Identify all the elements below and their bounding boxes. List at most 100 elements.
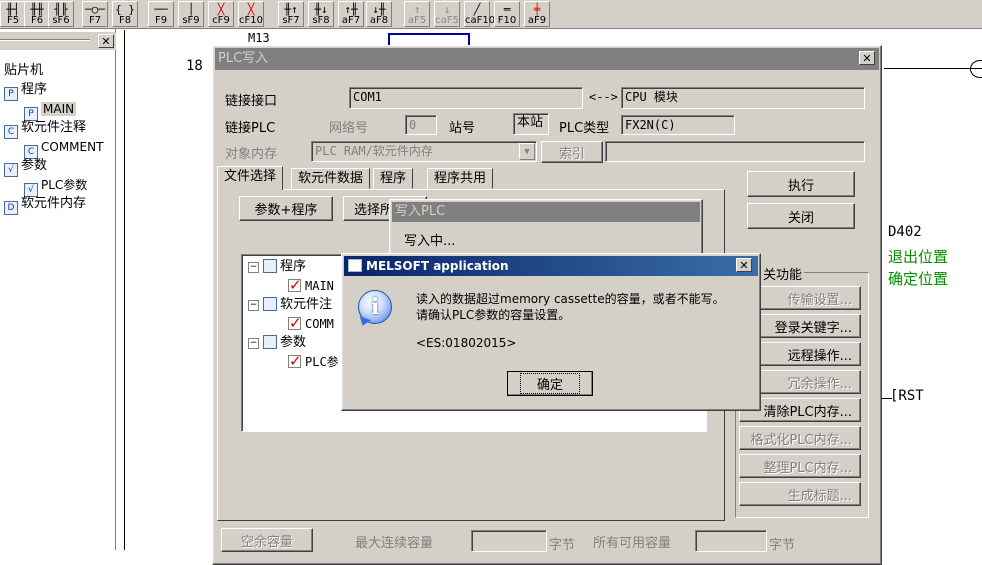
tree-item-1[interactable]: P 程序 — [4, 81, 48, 101]
memory-icon: D — [4, 201, 18, 215]
network-no-label: 网络号 — [329, 121, 369, 136]
tab-1[interactable]: 软元件数据 — [291, 168, 371, 189]
file-tree-item[interactable]: − 参数 — [248, 334, 306, 352]
folder-icon — [263, 259, 277, 273]
comment-exit-position: 退出位置 — [888, 248, 949, 266]
collapse-icon[interactable]: − — [248, 338, 259, 349]
file-tree-item[interactable]: − 程序 — [248, 258, 306, 276]
toolbar-key-label: sF8 — [312, 15, 330, 26]
chevron-down-icon[interactable]: ▼ — [519, 143, 535, 160]
file-tree-label: COMM — [305, 317, 334, 331]
ladder-rung-line — [884, 68, 982, 69]
free-capacity-button[interactable]: 空余容量 — [221, 528, 313, 552]
index-field — [605, 141, 865, 162]
tab-0[interactable]: 文件选择 — [217, 166, 284, 190]
ok-button[interactable]: 确定 — [507, 371, 593, 396]
alert-titlebar: MELSOFT application — [344, 256, 758, 276]
toolbar-button-cf9[interactable]: ╳ cF9 — [208, 1, 234, 27]
all-available-label: 所有可用容量 — [593, 536, 672, 551]
checkbox-checked-icon[interactable] — [288, 314, 302, 332]
tab-3[interactable]: 程序共用 — [427, 168, 494, 189]
tree-item-label: MAIN — [41, 102, 77, 116]
alert-message-line1: 读入的数据超过memory cassette的容量，或者不能写。 — [416, 292, 725, 306]
alert-close-icon[interactable]: ✕ — [736, 258, 752, 272]
station-no-label: 站号 — [449, 121, 476, 136]
checkbox-checked-icon[interactable] — [288, 276, 302, 294]
related-function-button-7[interactable]: 生成标题... — [739, 482, 861, 506]
toolbar-button-f10[interactable]: ═ F10 — [494, 1, 520, 27]
project-tree-header: ✕ — [0, 32, 116, 50]
related-function-button-5[interactable]: 格式化PLC内存... — [739, 426, 861, 450]
plc-write-title: PLC写入 — [218, 51, 269, 66]
tree-item-4[interactable]: C COMMENT — [24, 138, 103, 159]
target-memory-select[interactable]: PLC RAM/软元件内存 ▼ — [311, 141, 537, 162]
toolbar-button-af8[interactable]: ↓╫ aF8 — [366, 1, 392, 27]
file-tree-item[interactable]: PLC参 — [288, 352, 339, 371]
register-d402: D402 — [888, 224, 922, 240]
writing-status: 写入中... — [404, 234, 456, 249]
tree-item-label: PLC参数 — [41, 178, 88, 192]
toolbar-button-sf9[interactable]: │ sF9 — [178, 1, 204, 27]
plc-type-label: PLC类型 — [559, 121, 610, 136]
comment-confirm-position: 确定位置 — [888, 270, 949, 288]
index-button[interactable]: 索引 — [541, 141, 603, 163]
toolbar-button-caf5[interactable]: ↓ caF5 — [434, 1, 460, 27]
checkbox-checked-icon[interactable] — [288, 352, 302, 370]
max-continuous-field — [471, 530, 547, 552]
toolbar-button-af7[interactable]: ↑╫ aF7 — [338, 1, 364, 27]
collapse-icon[interactable]: − — [248, 300, 259, 311]
tab-2[interactable]: 程序 — [373, 168, 414, 189]
param-program-button[interactable]: 参数+程序 — [239, 196, 333, 221]
tree-item-7[interactable]: D 软元件内存 — [4, 195, 86, 215]
tree-item-2[interactable]: P MAIN — [24, 100, 77, 121]
toolbar-key-label: F10 — [497, 15, 517, 26]
toolbar-button-sf8[interactable]: ╫↓ sF8 — [308, 1, 334, 27]
tree-item-3[interactable]: C 软元件注释 — [4, 119, 86, 139]
rst-instruction: [RST — [890, 388, 924, 404]
file-tree-item[interactable]: COMM — [288, 314, 334, 333]
collapse-icon[interactable]: − — [248, 262, 259, 273]
toolbar-button-af9[interactable]: ╪ aF9 — [524, 1, 550, 27]
tree-item-0[interactable]: 贴片机 — [4, 62, 43, 80]
toolbar-button-cf10[interactable]: ╳ cF10 — [238, 1, 264, 27]
writing-plc-title: 写入PLC — [395, 204, 446, 219]
writing-plc-titlebar: 写入PLC — [392, 202, 700, 222]
ladder-toolbar: ╫┤ F5 ╫╫ F6 ╢╟ sF6 ─○─ F7{ } F8 ── F9 │ sF9 ╳ cF9 ╳ cF10… — [0, 0, 982, 29]
related-functions-label: 关功能 — [761, 264, 805, 283]
toolbar-button-sf7[interactable]: ╫↑ sF7 — [278, 1, 304, 27]
file-tree-label: 软元件注 — [280, 297, 333, 312]
melsoft-alert-dialog: MELSOFT application ✕ i 读入的数据超过memory ca… — [341, 253, 761, 411]
tree-item-5[interactable]: √ 参数 — [4, 157, 48, 177]
toolbar-button-f5[interactable]: ╫┤ F5 — [0, 1, 26, 27]
alert-error-code: <ES:01802015> — [416, 336, 517, 350]
tree-close-icon[interactable]: ✕ — [98, 34, 114, 48]
tree-item-label: 程序 — [21, 82, 48, 97]
all-available-field — [695, 530, 767, 552]
file-tree-item[interactable]: − 软元件注 — [248, 296, 332, 314]
coil-icon — [970, 60, 982, 78]
toolbar-button-f6[interactable]: ╫╫ F6 — [24, 1, 50, 27]
execute-button[interactable]: 执行 — [747, 171, 855, 197]
toolbar-key-label: aF7 — [341, 15, 361, 26]
writing-plc-dialog: 写入PLC 写入中... — [389, 199, 703, 257]
tree-item-label: 参数 — [21, 158, 48, 173]
toolbar-key-label: aF9 — [527, 15, 547, 26]
file-tree-label: 程序 — [280, 259, 307, 274]
file-tree-item[interactable]: MAIN — [288, 276, 334, 295]
toolbar-key-label: F8 — [118, 15, 132, 26]
toolbar-key-label: cF10 — [239, 15, 263, 26]
toolbar-button-f7[interactable]: ─○─ F7 — [82, 1, 108, 27]
toolbar-button-sf6[interactable]: ╢╟ sF6 — [48, 1, 74, 27]
related-function-button-6[interactable]: 整理PLC内存... — [739, 454, 861, 478]
close-button[interactable]: 关闭 — [747, 203, 855, 229]
plc-write-close-icon[interactable]: ✕ — [859, 51, 875, 65]
toolbar-button-f8[interactable]: { } F8 — [112, 1, 138, 27]
ladder-cursor — [388, 33, 470, 45]
toolbar-button-af5[interactable]: ↑ aF5 — [404, 1, 430, 27]
toolbar-button-f9[interactable]: ── F9 — [148, 1, 174, 27]
toolbar-button-caf10[interactable]: ╱ caF10 — [464, 1, 495, 27]
device-label-m13: M13 — [248, 31, 270, 45]
toolbar-key-label: caF5 — [435, 15, 459, 26]
tree-item-6[interactable]: √ PLC参数 — [24, 176, 88, 197]
alert-message-line2: 请确认PLC参数的容量设置。 — [416, 308, 571, 322]
